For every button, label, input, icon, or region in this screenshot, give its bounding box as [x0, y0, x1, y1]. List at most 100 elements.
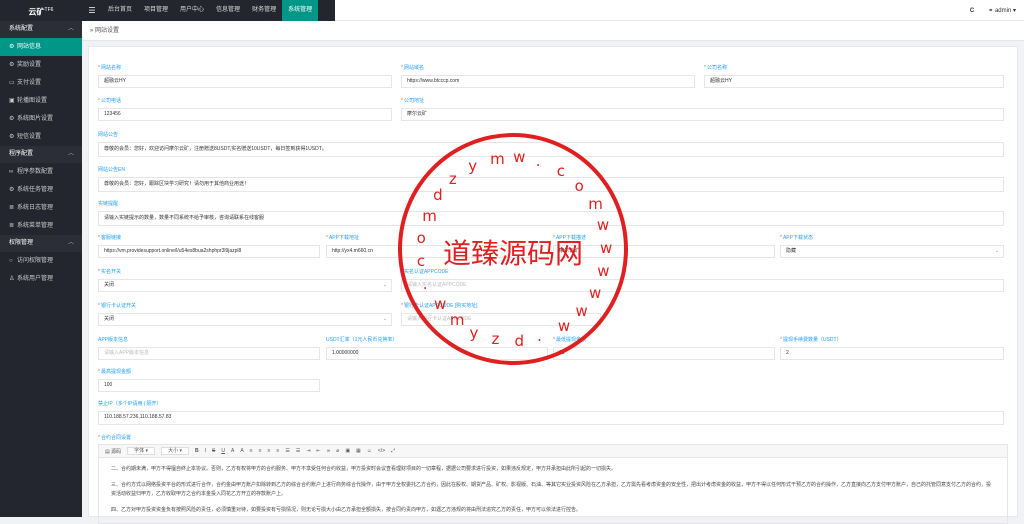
unlink-icon[interactable]: ⌀ — [336, 448, 339, 454]
notice-en-input[interactable]: 尊敬的会员：您好，跟踪区块学习研究！请勿用于其他商业用途！ — [98, 177, 1004, 192]
buy-link[interactable]: [购买地址] — [455, 303, 478, 309]
fullscreen-icon[interactable]: ⤢ — [391, 448, 395, 454]
bank-switch-select[interactable]: 关闭 ⌄ — [98, 313, 392, 326]
company-name-input[interactable]: 超融云HY — [704, 75, 1004, 88]
app-status-field: *APP下载状态 隐藏 ⌄ — [780, 234, 1004, 258]
max-withdraw-input[interactable]: 100 — [98, 379, 320, 392]
ordered-list-icon[interactable]: ☰ — [285, 448, 289, 454]
sidebar-item-tasks[interactable]: ⚙ 系统任务管理 — [0, 181, 82, 199]
refresh-icon[interactable]: C — [970, 8, 974, 14]
bank-appcode-field: *银行卡认证APPCODE [购买地址] 请输入银行卡认证APPCODE — [401, 302, 1004, 326]
app-desc-input[interactable]: 摩尔云矿 — [553, 245, 775, 258]
chain-msg-field: 实链提醒 请输入实链提示的数量，数量不同系统不给予审核，咨询请联系在线客服 — [98, 200, 1004, 226]
sidebar-item-sysusers[interactable]: ♙ 系统用户管理 — [0, 270, 82, 288]
company-phone-input[interactable]: 123456 — [98, 108, 392, 121]
max-withdraw-field: *最高提现金额 100 — [98, 368, 320, 392]
sidebar-item-logs[interactable]: ≣ 系统日志管理 — [0, 199, 82, 217]
bold-button[interactable]: B — [195, 448, 199, 454]
chevron-down-icon: ⌄ — [994, 248, 999, 254]
size-select[interactable]: 大小 ▾ — [161, 447, 189, 455]
sidebar-item-images[interactable]: ⚙ 系统图片设置 — [0, 110, 82, 128]
app-version-input[interactable]: 请输入APP版本信息 — [98, 347, 320, 360]
user-menu[interactable]: ⚭ admin ▾ — [988, 7, 1016, 14]
strike-button[interactable]: S — [212, 448, 215, 454]
site-name-input[interactable]: 超融云HY — [98, 75, 392, 88]
outdent-icon[interactable]: ⇤ — [317, 448, 321, 454]
align-center-icon[interactable]: ≡ — [259, 448, 262, 454]
top-right-tools: C ⚭ admin ▾ — [970, 0, 1016, 21]
nav-item-users[interactable]: 用户中心 — [174, 0, 210, 21]
user-icon: ⚭ — [988, 8, 994, 14]
code-icon[interactable]: </> — [378, 448, 385, 454]
top-bar: 云矿TF6 ☰ 后台首页 项目管理 用户中心 信息管理 财务管理 系统管理 C … — [0, 0, 1024, 21]
gear-icon: ⚙ — [9, 134, 15, 140]
link-icon[interactable]: ∞ — [327, 448, 331, 454]
image-icon: ▣ — [9, 98, 15, 104]
realname-appcode-input[interactable]: 请输入实名认证APPCODE — [401, 279, 1004, 292]
sidebar-item-params[interactable]: ∞ 程序参数配置 — [0, 163, 82, 181]
sidebar-item-sms[interactable]: ⚙ 短信设置 — [0, 128, 82, 146]
font-select[interactable]: 字体 ▾ — [127, 447, 156, 455]
font-color-button[interactable]: A — [231, 448, 234, 454]
emoji-icon[interactable]: ☺ — [367, 448, 372, 454]
nav-item-info[interactable]: 信息管理 — [210, 0, 246, 21]
contract-paragraph[interactable]: 四、乙方对甲方投资资金负有按照风险的责任，必须慎重对待，如要投资有亏损情况，则无… — [99, 506, 1007, 515]
menu-icon[interactable]: ☰ — [82, 0, 102, 21]
sidebar-item-menus[interactable]: ≣ 系统菜单管理 — [0, 217, 82, 235]
align-justify-icon[interactable]: ≡ — [276, 448, 279, 454]
table-icon[interactable]: ▦ — [356, 448, 361, 454]
italic-button[interactable]: I — [205, 448, 206, 454]
nav-item-home[interactable]: 后台首页 — [102, 0, 138, 21]
username: admin — [994, 8, 1012, 14]
nav-item-finance[interactable]: 财务管理 — [246, 0, 282, 21]
service-link-input[interactable]: https://vm.providesupport.online/l/u54es… — [98, 245, 320, 258]
app-status-select[interactable]: 隐藏 ⌄ — [780, 245, 1004, 258]
align-left-icon[interactable]: ≡ — [250, 448, 253, 454]
unordered-list-icon[interactable]: ☰ — [296, 448, 300, 454]
usdt-rate-field: USDT汇率（1元人民币兑换率） 1.00000000 — [326, 336, 548, 360]
sidebar-group-system-config[interactable]: 系统配置 ︿ — [0, 21, 82, 38]
sidebar-item-carousel[interactable]: ▣ 轮播图设置 — [0, 92, 82, 110]
chevron-up-icon: ︿ — [67, 240, 74, 246]
contract-paragraph[interactable]: 二、合约期未满，甲方不得擅自终止本协议。否则，乙方有权将甲方的合约服务、甲方不享… — [99, 465, 1007, 474]
notice-input[interactable]: 尊敬的会员：您好，欢迎访问摩尔云矿，注册赠送8USDT,实名赠送10USDT，每… — [98, 142, 1004, 157]
sidebar-item-reward[interactable]: ⚙ 奖励设置 — [0, 56, 82, 74]
nav-item-projects[interactable]: 项目管理 — [138, 0, 174, 21]
withdraw-fee-field: *提现手续费数量（USDT） 2 — [780, 336, 1004, 360]
indent-icon[interactable]: ⇥ — [306, 448, 310, 454]
sidebar-group-permissions[interactable]: 权限管理 ︿ — [0, 235, 82, 252]
withdraw-fee-input[interactable]: 2 — [780, 347, 1004, 360]
app-logo[interactable]: 云矿TF6 — [0, 0, 82, 21]
sidebar-item-payment[interactable]: ▭ 支付设置 — [0, 74, 82, 92]
sidebar-item-site-info[interactable]: ⚙ 网站信息 — [0, 38, 82, 56]
app-download-input[interactable]: http://yx4.m660.cn — [326, 245, 548, 258]
gear-icon: ⚙ — [9, 62, 15, 68]
list-icon: ≣ — [9, 223, 15, 229]
company-address-input[interactable]: 摩尔云矿 — [401, 108, 1004, 121]
contract-paragraph[interactable]: 三、合约方式以网络投资平台的形式进行合作，合约金由甲方账户扣除转到乙方的综合合约… — [99, 481, 1007, 499]
chevron-up-icon: ︿ — [67, 26, 74, 32]
bank-appcode-input[interactable]: 请输入银行卡认证APPCODE — [401, 313, 601, 326]
site-domain-field: *网站域名 https://www.btcccp.com — [401, 64, 695, 88]
sidebar-item-access[interactable]: ○ 访问权限管理 — [0, 252, 82, 270]
min-withdraw-input[interactable]: 10 — [553, 347, 775, 360]
image-icon[interactable]: ▣ — [345, 448, 350, 454]
realname-switch-select[interactable]: 关闭 ⌄ — [98, 279, 392, 292]
bg-color-button[interactable]: A — [240, 448, 243, 454]
card-icon: ▭ — [9, 80, 15, 86]
sidebar-group-program-config[interactable]: 程序配置 ︿ — [0, 146, 82, 163]
app-download-field: *APP下载地址 http://yx4.m660.cn — [326, 234, 548, 258]
align-right-icon[interactable]: ≡ — [268, 448, 271, 454]
chain-msg-input[interactable]: 请输入实链提示的数量，数量不同系统不给予审核，咨询请联系在线客服 — [98, 211, 1004, 226]
usdt-rate-input[interactable]: 1.00000000 — [326, 347, 548, 360]
site-domain-input[interactable]: https://www.btcccp.com — [401, 75, 695, 88]
underline-button[interactable]: U — [221, 448, 225, 454]
source-button[interactable]: ▤ 源码 — [105, 448, 121, 455]
user-icon: ♙ — [9, 276, 15, 282]
nav-item-system[interactable]: 系统管理 — [282, 0, 319, 21]
contract-editor: ▤ 源码 字体 ▾ 大小 ▾ B I S U A A ≡ ≡ ≡ ≡ ☰ ☰ ⇥… — [98, 444, 1008, 524]
breadcrumb: » 网站设置 — [82, 21, 1024, 41]
user-icon: ○ — [9, 258, 13, 264]
forbid-ip-input[interactable]: 110.188.57.236,110.188.57.83 — [98, 411, 1004, 425]
company-phone-field: *公司电话 123456 — [98, 97, 392, 121]
